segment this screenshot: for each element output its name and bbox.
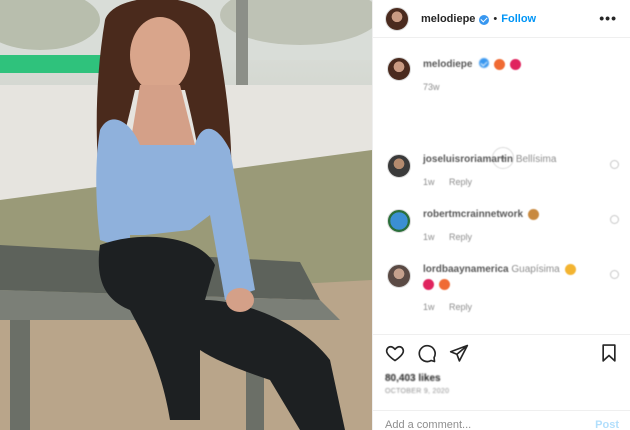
verified-badge-icon — [479, 14, 490, 25]
bookmark-icon[interactable] — [599, 343, 619, 363]
comment-line: joseluisroriamartin Bellísima — [423, 154, 619, 165]
commenter-avatar[interactable] — [387, 154, 411, 178]
post-header: melodiepe • Follow ••• — [373, 0, 630, 38]
more-options-icon[interactable]: ••• — [599, 10, 617, 26]
smiling-emoji-icon — [564, 264, 576, 275]
reply-button[interactable]: Reply — [449, 177, 472, 187]
fire-emoji-icon — [494, 58, 506, 70]
red-heart-emoji-icon — [509, 58, 521, 70]
caption-line: melodiepe — [423, 57, 619, 70]
post-actions: 80,403 likes OCTOBER 9, 2020 — [373, 334, 630, 395]
comment-item: robertmcrainnetwork 1w Reply — [387, 209, 619, 242]
comment-line: robertmcrainnetwork — [423, 209, 619, 220]
share-icon[interactable] — [449, 343, 469, 363]
like-comment-icon[interactable] — [610, 160, 619, 169]
commenter-username[interactable]: lordbaaynamerica — [423, 264, 509, 275]
commenter-username[interactable]: robertmcrainnetwork — [423, 209, 523, 220]
instagram-post: melodiepe • Follow ••• melodiepe 73w + j… — [0, 0, 630, 430]
comment-line: lordbaaynamerica Guapísima — [423, 264, 619, 275]
monkey-emoji-icon — [527, 209, 539, 220]
comment-time: 1w — [423, 177, 435, 187]
comment-time: 1w — [423, 302, 435, 313]
caption-verified-icon — [479, 58, 490, 68]
post-comment-button[interactable]: Post — [595, 419, 619, 430]
comment-item: joseluisroriamartin Bellísima 1w Reply — [387, 154, 619, 187]
caption-entry: melodiepe 73w — [387, 57, 619, 92]
comment-meta: 1w Reply — [423, 177, 619, 187]
heart-emoji-icon — [423, 279, 434, 291]
reply-button[interactable]: Reply — [449, 232, 472, 242]
commenter-avatar[interactable] — [387, 264, 411, 288]
like-comment-icon[interactable] — [610, 270, 619, 279]
add-comment-input[interactable] — [385, 418, 596, 430]
post-photo[interactable] — [0, 0, 372, 430]
follow-button[interactable]: Follow — [501, 13, 536, 25]
reply-button[interactable]: Reply — [449, 302, 472, 312]
post-sidebar: melodiepe • Follow ••• melodiepe 73w + j… — [372, 0, 630, 430]
add-comment-bar: Post — [373, 410, 630, 430]
caption-meta: 73w — [423, 82, 619, 92]
fire-emoji-icon — [438, 279, 450, 291]
author-avatar[interactable] — [385, 6, 409, 31]
comment-line-continued — [423, 279, 619, 291]
commenter-username[interactable]: joseluisroriamartin — [423, 154, 513, 165]
likes-count[interactable]: 80,403 likes — [385, 373, 619, 384]
comment-meta: 1w Reply — [423, 302, 619, 312]
post-photo-illustration — [0, 0, 372, 430]
comment-icon[interactable] — [417, 343, 437, 363]
caption-avatar[interactable] — [387, 57, 411, 81]
action-icons — [385, 343, 619, 369]
comments-section: melodiepe 73w + joseluisroriamartin Bell… — [373, 38, 630, 334]
caption-username[interactable]: melodiepe — [423, 59, 472, 70]
comment-item: lordbaaynamerica Guapísima 1w Reply — [387, 264, 619, 312]
caption-time: 73w — [423, 82, 440, 92]
heart-icon[interactable] — [385, 343, 405, 363]
post-date: OCTOBER 9, 2020 — [385, 388, 450, 395]
header-separator: • — [493, 12, 498, 25]
commenter-avatar[interactable] — [387, 209, 411, 233]
comment-text: Bellísima — [515, 154, 557, 165]
like-comment-icon[interactable] — [610, 215, 619, 224]
comment-time: 1w — [423, 232, 435, 243]
author-username[interactable]: melodiepe — [421, 13, 475, 25]
comment-meta: 1w Reply — [423, 232, 619, 242]
comment-text: Guapísima — [511, 264, 560, 276]
